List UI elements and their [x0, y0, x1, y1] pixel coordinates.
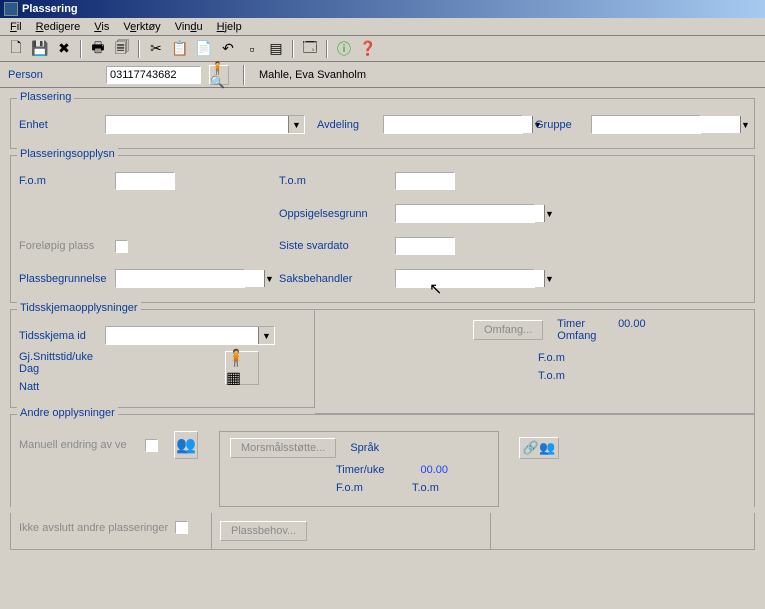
delete-icon[interactable]: ✖ — [54, 39, 74, 59]
title-bar: Plassering — [0, 0, 765, 18]
save-icon[interactable]: 💾 — [30, 39, 50, 59]
tidsskjema-id-combo[interactable]: ▼ — [105, 326, 275, 345]
omfang-label: Omfang — [557, 330, 645, 342]
opplysn-legend: Plasseringsopplysn — [17, 148, 118, 160]
oppsigelsesgrunn-combo[interactable]: ▼ — [395, 204, 535, 223]
opplysn-group: Plasseringsopplysn F.o.m T.o.m Oppsigels… — [10, 155, 755, 303]
manuell-label: Manuell endring av ve — [19, 439, 139, 451]
tom-input[interactable] — [395, 172, 455, 190]
person-lookup-icon[interactable]: 🧍🔍 — [209, 65, 229, 85]
toolbar: 🗋 💾 ✖ 🖶 🗐 ✂ 📋 📄 ↶ ▫ ▤ 🗔 ⓘ ❓ — [0, 36, 765, 62]
natt-label: Natt — [19, 381, 219, 393]
separator — [80, 40, 82, 58]
plassbegrunnelse-label: Plassbegrunnelse — [19, 273, 109, 285]
new-icon[interactable]: 🗋 — [6, 39, 26, 59]
menu-vis[interactable]: Vis — [88, 20, 115, 34]
andre-legend: Andre opplysninger — [17, 407, 118, 419]
app-icon — [4, 2, 18, 16]
timer-uke-value: 00.00 — [421, 464, 449, 476]
ikke-avslutt-label: Ikke avslutt andre plasseringer — [19, 522, 169, 534]
person-name: Mahle, Eva Svanholm — [259, 69, 366, 81]
omfang-button[interactable]: Omfang... — [473, 320, 543, 340]
plassbehov-button[interactable]: Plassbehov... — [220, 521, 307, 541]
avdeling-label: Avdeling — [317, 119, 377, 131]
copy-icon[interactable]: 📋 — [170, 39, 190, 59]
forelopig-label: Foreløpig plass — [19, 240, 109, 252]
enhet-combo[interactable]: ▼ — [105, 115, 305, 134]
tidsskjema-id-label: Tidsskjema id — [19, 330, 99, 342]
morsmal-panel: Morsmålsstøtte... Språk Timer/uke 00.00 … — [219, 431, 499, 507]
tidsskjema-legend: Tidsskjemaopplysninger — [17, 302, 141, 314]
chevron-down-icon[interactable]: ▼ — [264, 270, 274, 287]
separator — [243, 65, 245, 85]
person-bar: Person 🧍🔍 Mahle, Eva Svanholm — [0, 62, 765, 88]
enhet-label: Enhet — [19, 119, 99, 131]
timer-value: 00.00 — [618, 318, 646, 330]
gjsnitt-label: Gj.Snittstid/uke — [19, 351, 219, 363]
chevron-down-icon[interactable]: ▼ — [258, 327, 274, 344]
timer-label: Timer — [557, 318, 585, 330]
person-id-input[interactable] — [106, 66, 201, 84]
ts-tom-label: T.o.m — [538, 370, 746, 382]
paste-icon[interactable]: 📄 — [194, 39, 214, 59]
menu-fil[interactable]: Fil — [4, 20, 28, 34]
info-icon[interactable]: ⓘ — [334, 39, 354, 59]
tidsskjema-right-panel: Omfang... Timer 00.00 Omfang F.o.m T.o.m — [315, 309, 755, 414]
saksbehandler-combo[interactable]: ▼ — [395, 269, 535, 288]
oppsigelsesgrunn-label: Oppsigelsesgrunn — [279, 208, 389, 220]
tool2-icon[interactable]: ▤ — [266, 39, 286, 59]
sprak-label: Språk — [350, 442, 379, 454]
plassering-group: Plassering Enhet ▼ Avdeling ▼ Gruppe ▼ — [10, 98, 755, 149]
dag-label: Dag — [19, 363, 219, 375]
chevron-down-icon[interactable]: ▼ — [544, 270, 554, 287]
menu-hjelp[interactable]: Hjelp — [211, 20, 248, 34]
timer-uke-label: Timer/uke — [336, 464, 385, 476]
saksbehandler-label: Saksbehandler — [279, 273, 389, 285]
separator — [326, 40, 328, 58]
andre-tom-label: T.o.m — [412, 482, 439, 494]
preview-icon[interactable]: 🗐 — [112, 39, 132, 59]
print-icon[interactable]: 🖶 — [88, 39, 108, 59]
separator — [138, 40, 140, 58]
window-icon[interactable]: 🗔 — [300, 39, 320, 59]
menu-bar: Fil Redigere Vis Verktøy Vindu Hjelp — [0, 18, 765, 36]
separator — [292, 40, 294, 58]
tom-label: T.o.m — [279, 175, 389, 187]
link-people-icon[interactable]: 🔗👥 — [519, 437, 559, 459]
andre-fom-label: F.o.m — [336, 482, 406, 494]
gruppe-combo[interactable]: ▼ — [591, 115, 701, 134]
menu-vindu[interactable]: Vindu — [169, 20, 209, 34]
andre-group: Andre opplysninger Manuell endring av ve… — [10, 414, 755, 507]
chevron-down-icon[interactable]: ▼ — [740, 116, 750, 133]
forelopig-checkbox[interactable] — [115, 240, 128, 253]
ikke-avslutt-checkbox[interactable] — [175, 521, 188, 534]
people-icon[interactable]: 👥 — [174, 431, 198, 459]
ts-fom-label: F.o.m — [538, 352, 746, 364]
tool1-icon[interactable]: ▫ — [242, 39, 262, 59]
schedule-icon[interactable]: 🧍▦ — [225, 351, 259, 385]
tidsskjema-group: Tidsskjemaopplysninger Tidsskjema id ▼ G… — [10, 309, 315, 408]
undo-icon[interactable]: ↶ — [218, 39, 238, 59]
plassbegrunnelse-combo[interactable]: ▼ — [115, 269, 245, 288]
person-label: Person — [8, 69, 98, 81]
chevron-down-icon[interactable]: ▼ — [544, 205, 554, 222]
manuell-checkbox[interactable] — [145, 439, 158, 452]
plassering-legend: Plassering — [17, 91, 74, 103]
window-title: Plassering — [22, 3, 78, 15]
siste-svardato-label: Siste svardato — [279, 240, 389, 252]
siste-svardato-input[interactable] — [395, 237, 455, 255]
plassbehov-panel: Plassbehov... — [211, 513, 491, 549]
menu-verktoy[interactable]: Verktøy — [117, 20, 166, 34]
menu-redigere[interactable]: Redigere — [30, 20, 87, 34]
fom-label: F.o.m — [19, 175, 109, 187]
gruppe-label: Gruppe — [535, 119, 585, 131]
fom-input[interactable] — [115, 172, 175, 190]
help-icon[interactable]: ❓ — [358, 39, 378, 59]
avdeling-combo[interactable]: ▼ — [383, 115, 523, 134]
cut-icon[interactable]: ✂ — [146, 39, 166, 59]
chevron-down-icon[interactable]: ▼ — [288, 116, 304, 133]
morsmalsstotte-button[interactable]: Morsmålsstøtte... — [230, 438, 336, 458]
